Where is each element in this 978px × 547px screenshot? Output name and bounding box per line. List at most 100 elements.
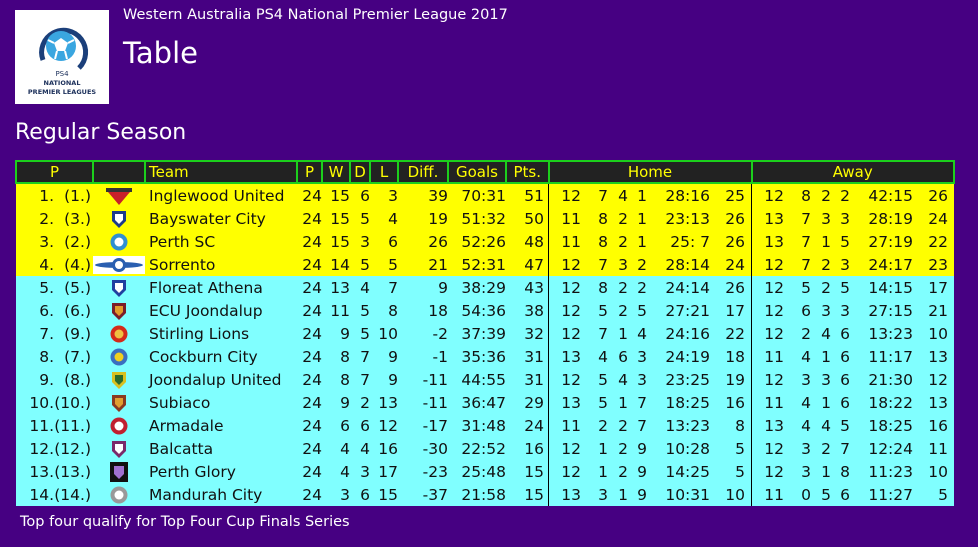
lost-cell: 9 [370,345,398,368]
table-row[interactable]: 10. (10.) Subiaco 24 9 2 13 -11 36:47 29 13 5 1 7 18:2… [16,391,954,414]
home-goals-cell: 24:14 [647,276,710,299]
home-won-cell: 8 [581,276,608,299]
away-played-cell: 12 [751,460,784,483]
away-played-cell: 11 [751,483,784,506]
logo-cell [93,299,145,322]
team-name[interactable]: Inglewood United [145,183,297,207]
goal-diff-cell: 26 [398,230,448,253]
away-played-cell: 12 [751,253,784,276]
home-lost-cell: 3 [628,368,647,391]
away-goals-cell: 28:19 [850,207,913,230]
previous-position-cell: (5.) [54,276,93,299]
col-header-home[interactable]: Home [547,160,753,184]
table-row[interactable]: 1. (1.) Inglewood United 24 15 6 3 39 70:31 51 12 7… [16,183,954,207]
home-won-cell: 2 [581,414,608,437]
played-cell: 24 [297,299,322,322]
home-points-cell: 25 [710,183,752,207]
home-lost-cell: 7 [628,414,647,437]
lost-cell: 3 [370,183,398,207]
team-name[interactable]: Floreat Athena [145,276,297,299]
team-name[interactable]: Stirling Lions [145,322,297,345]
points-cell: 16 [506,437,549,460]
team-name[interactable]: Cockburn City [145,345,297,368]
away-won-cell: 4 [784,414,811,437]
table-row[interactable]: 2. (3.) Bayswater City 24 15 5 4 19 51:32 50 11 8 2 1… [16,207,954,230]
table-row[interactable]: 13. (13.) Perth Glory 24 4 3 17 -23 25:48 15 12 1 2 9… [16,460,954,483]
perth-sc-crest-icon [110,233,128,250]
home-points-cell: 19 [710,368,752,391]
position-cell: 5. [16,276,54,299]
away-points-cell: 11 [913,437,954,460]
home-drawn-cell: 4 [608,368,628,391]
played-cell: 24 [297,230,322,253]
table-row[interactable]: 14. (14.) Mandurah City 24 3 6 15 -37 21:58 15 13 3… [16,483,954,506]
col-header-won[interactable]: W [321,160,351,184]
away-goals-cell: 11:23 [850,460,913,483]
away-won-cell: 0 [784,483,811,506]
col-header-logo [92,160,146,184]
table-row[interactable]: 7. (9.) Stirling Lions 24 9 5 10 -2 37:39 32 12 7 1 4… [16,322,954,345]
home-lost-cell: 9 [628,437,647,460]
points-cell: 43 [506,276,549,299]
col-header-goals[interactable]: Goals [447,160,507,184]
table-row[interactable]: 8. (7.) Cockburn City 24 8 7 9 -1 35:36 31 13 4 6 3 24… [16,345,954,368]
away-goals-cell: 27:15 [850,299,913,322]
col-header-team[interactable]: Team [144,160,298,184]
team-name[interactable]: Armadale [145,414,297,437]
away-won-cell: 3 [784,368,811,391]
team-name[interactable]: ECU Joondalup [145,299,297,322]
away-drawn-cell: 3 [811,368,831,391]
table-row[interactable]: 5. (5.) Floreat Athena 24 13 4 7 9 38:29 43 12 8 2 2 2… [16,276,954,299]
col-header-drawn[interactable]: D [349,160,371,184]
home-drawn-cell: 2 [608,460,628,483]
previous-position-cell: (7.) [54,345,93,368]
team-name[interactable]: Balcatta [145,437,297,460]
goals-cell: 52:31 [448,253,506,276]
home-won-cell: 5 [581,368,608,391]
col-header-away[interactable]: Away [750,160,955,184]
goal-diff-cell: -30 [398,437,448,460]
points-cell: 47 [506,253,549,276]
away-won-cell: 7 [784,207,811,230]
team-name[interactable]: Perth SC [145,230,297,253]
table-row[interactable]: 6. (6.) ECU Joondalup 24 11 5 8 18 54:36 38 12 5 2 5 2… [16,299,954,322]
played-cell: 24 [297,483,322,506]
away-drawn-cell: 4 [811,322,831,345]
lost-cell: 10 [370,322,398,345]
away-lost-cell: 6 [831,483,850,506]
col-header-diff[interactable]: Diff. [397,160,449,184]
col-header-points[interactable]: Pts. [505,160,550,184]
team-name[interactable]: Mandurah City [145,483,297,506]
col-header-position[interactable]: P [15,160,94,184]
played-cell: 24 [297,391,322,414]
home-drawn-cell: 2 [608,437,628,460]
table-row[interactable]: 12. (12.) Balcatta 24 4 4 16 -30 22:52 16 12 1 2 9 10:… [16,437,954,460]
points-cell: 31 [506,345,549,368]
won-cell: 6 [322,414,350,437]
goals-cell: 25:48 [448,460,506,483]
team-name[interactable]: Bayswater City [145,207,297,230]
team-name[interactable]: Joondalup United [145,368,297,391]
table-row[interactable]: 4. (4.) Sorrento 24 14 5 5 21 52:31 47 12 7 3 2 28:14 2… [16,253,954,276]
goals-cell: 21:58 [448,483,506,506]
goal-diff-cell: 18 [398,299,448,322]
team-name[interactable]: Sorrento [145,253,297,276]
team-name[interactable]: Perth Glory [145,460,297,483]
col-header-lost[interactable]: L [369,160,399,184]
won-cell: 9 [322,322,350,345]
home-goals-cell: 10:28 [647,437,710,460]
away-points-cell: 16 [913,414,954,437]
team-name[interactable]: Subiaco [145,391,297,414]
table-row[interactable]: 3. (2.) Perth SC 24 15 3 6 26 52:26 48 11 8 2 1 25: 72… [16,230,954,253]
table-row[interactable]: 11. (11.) Armadale 24 6 6 12 -17 31:48 24 11 2 2 7 13:… [16,414,954,437]
col-header-played[interactable]: P [296,160,323,184]
home-played-cell: 11 [548,414,581,437]
points-cell: 48 [506,230,549,253]
page-title: Table [123,36,198,70]
away-played-cell: 13 [751,230,784,253]
away-goals-cell: 21:30 [850,368,913,391]
away-won-cell: 5 [784,276,811,299]
won-cell: 4 [322,437,350,460]
table-row[interactable]: 9. (8.) Joondalup United 24 8 7 9 -11 44:55 31 12 5… [16,368,954,391]
previous-position-cell: (14.) [54,483,93,506]
